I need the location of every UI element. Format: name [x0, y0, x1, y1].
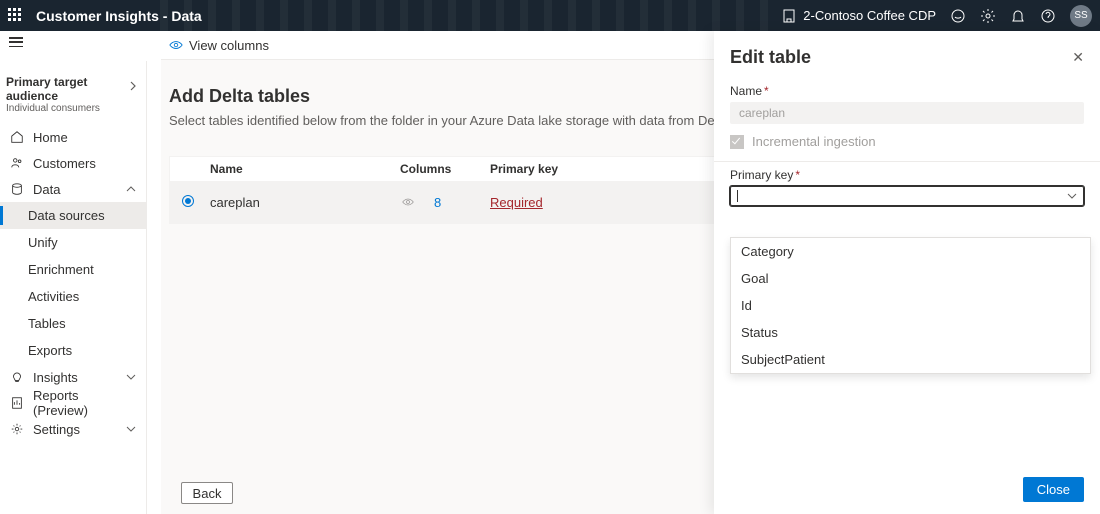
user-avatar[interactable]: SS — [1070, 5, 1092, 27]
nav-settings[interactable]: Settings — [0, 416, 146, 442]
nav-toggle[interactable] — [0, 31, 32, 53]
nav-activities-label: Activities — [28, 289, 79, 304]
name-field-label: Name* — [714, 78, 1100, 102]
primary-key-label: Primary key* — [714, 162, 1100, 186]
nav-exports-label: Exports — [28, 343, 72, 358]
panel-title: Edit table — [730, 47, 811, 68]
nav-customers[interactable]: Customers — [0, 150, 146, 176]
nav-data-sources-label: Data sources — [28, 208, 105, 223]
nav-data[interactable]: Data — [0, 176, 146, 202]
row-name: careplan — [210, 195, 400, 210]
name-field[interactable]: careplan — [730, 102, 1084, 124]
smile-icon[interactable] — [950, 8, 966, 24]
edit-table-panel: Edit table ✕ Name* careplan Incremental … — [714, 31, 1100, 514]
lightbulb-icon — [10, 370, 24, 384]
nav-enrichment-label: Enrichment — [28, 262, 94, 277]
chevron-right-icon — [128, 81, 138, 91]
incremental-label: Incremental ingestion — [752, 134, 876, 149]
nav-customers-label: Customers — [33, 156, 96, 171]
option-category[interactable]: Category — [731, 238, 1090, 265]
option-id[interactable]: Id — [731, 292, 1090, 319]
audience-label: Primary target audience — [6, 75, 136, 103]
nav-insights-label: Insights — [33, 370, 78, 385]
hamburger-icon — [9, 37, 23, 47]
chevron-up-icon — [126, 184, 136, 194]
option-status[interactable]: Status — [731, 319, 1090, 346]
nav-unify[interactable]: Unify — [0, 229, 146, 256]
nav-activities[interactable]: Activities — [0, 283, 146, 310]
row-primary-key-link[interactable]: Required — [490, 195, 620, 210]
database-icon — [10, 182, 24, 196]
gear-icon[interactable] — [980, 8, 996, 24]
nav-exports[interactable]: Exports — [0, 337, 146, 364]
eye-icon — [169, 38, 183, 52]
nav-unify-label: Unify — [28, 235, 58, 250]
report-icon — [10, 396, 24, 410]
col-columns: Columns — [400, 162, 490, 176]
incremental-checkbox — [730, 135, 744, 149]
eye-icon[interactable] — [400, 196, 416, 208]
view-columns-button[interactable]: View columns — [189, 38, 269, 53]
bell-icon[interactable] — [1010, 8, 1026, 24]
option-subjectpatient[interactable]: SubjectPatient — [731, 346, 1090, 373]
nav-data-label: Data — [33, 182, 60, 197]
audience-picker[interactable]: Primary target audience Individual consu… — [0, 61, 146, 124]
chevron-down-icon — [126, 424, 136, 434]
col-primary-key: Primary key — [490, 162, 620, 176]
primary-key-combobox[interactable] — [730, 186, 1084, 206]
gear-icon — [10, 422, 24, 436]
home-icon — [10, 130, 24, 144]
help-icon[interactable] — [1040, 8, 1056, 24]
primary-key-dropdown: Category Goal Id Status SubjectPatient — [730, 237, 1091, 374]
col-name: Name — [210, 162, 400, 176]
close-button[interactable]: Close — [1023, 477, 1084, 502]
building-icon — [781, 8, 797, 24]
nav-tables[interactable]: Tables — [0, 310, 146, 337]
nav-reports[interactable]: Reports (Preview) — [0, 390, 146, 416]
nav-home-label: Home — [33, 130, 68, 145]
option-goal[interactable]: Goal — [731, 265, 1090, 292]
chevron-down-icon — [126, 372, 136, 382]
row-column-count[interactable]: 8 — [434, 195, 441, 210]
chevron-down-icon[interactable] — [1067, 191, 1077, 201]
nav-settings-label: Settings — [33, 422, 80, 437]
back-button[interactable]: Back — [181, 482, 233, 504]
environment-name: 2-Contoso Coffee CDP — [803, 8, 936, 23]
nav-home[interactable]: Home — [0, 124, 146, 150]
top-bar: Customer Insights - Data 2-Contoso Coffe… — [0, 0, 1100, 31]
audience-value: Individual consumers — [6, 103, 136, 114]
environment-picker[interactable]: 2-Contoso Coffee CDP — [781, 8, 936, 24]
left-nav: Primary target audience Individual consu… — [0, 61, 147, 514]
close-icon[interactable]: ✕ — [1072, 49, 1084, 66]
nav-data-sources[interactable]: Data sources — [0, 202, 146, 229]
incremental-ingestion-row: Incremental ingestion — [714, 124, 1100, 162]
nav-enrichment[interactable]: Enrichment — [0, 256, 146, 283]
nav-tables-label: Tables — [28, 316, 66, 331]
product-title: Customer Insights - Data — [36, 8, 202, 24]
app-launcher-icon[interactable] — [8, 8, 24, 24]
nav-insights[interactable]: Insights — [0, 364, 146, 390]
people-icon — [10, 156, 24, 170]
text-caret — [737, 190, 738, 202]
row-radio[interactable] — [182, 195, 194, 207]
nav-reports-label: Reports (Preview) — [33, 388, 136, 418]
